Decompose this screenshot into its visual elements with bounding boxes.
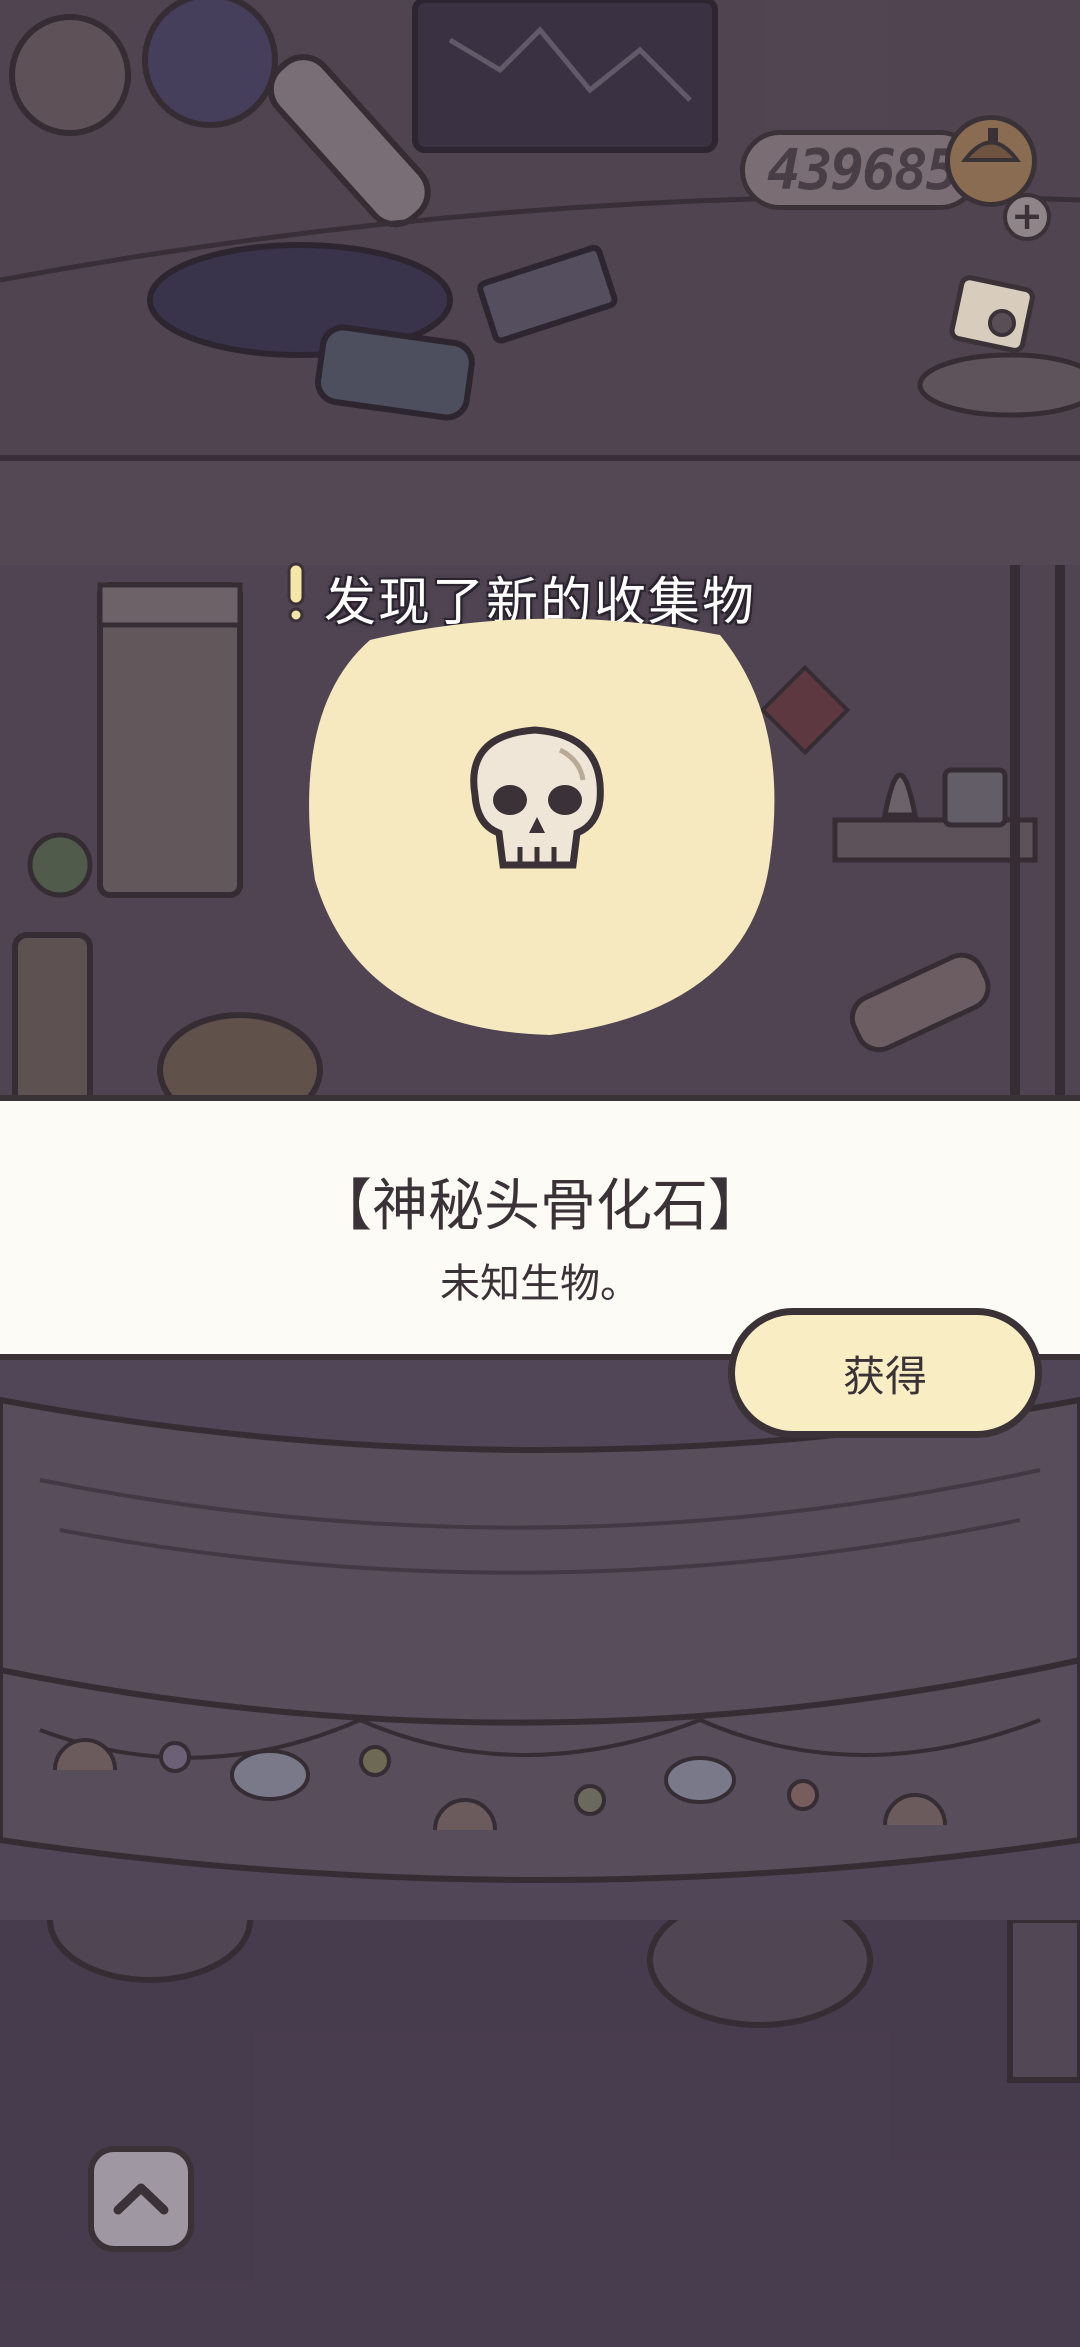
attic-decor (0, 0, 1080, 421)
wooden-beam (0, 455, 1080, 577)
coin-counter: 439685 (740, 130, 980, 210)
lower-decor (47, 1857, 1080, 2083)
expand-button[interactable] (88, 2146, 194, 2252)
game-scene: 439685 + 发现了新的收集物 【神秘头骨化石】 未知生物。 获得 (0, 0, 1080, 2347)
obtain-button-label: 获得 (842, 1351, 927, 1401)
lower-background (0, 1857, 1080, 2347)
chevron-up-icon (113, 2183, 169, 2215)
platform-decor (0, 1396, 1080, 1883)
coin-amount: 439685 (767, 137, 959, 203)
round-platform (0, 1360, 1080, 1920)
attic-background (0, 0, 1080, 480)
plus-icon[interactable]: + (1003, 193, 1051, 241)
item-name: 【神秘头骨化石】 (316, 1174, 764, 1239)
item-display (300, 610, 780, 1040)
obtain-button[interactable]: 获得 (728, 1308, 1042, 1438)
mail-icon[interactable] (942, 275, 1042, 365)
item-description: 未知生物。 (440, 1261, 640, 1307)
